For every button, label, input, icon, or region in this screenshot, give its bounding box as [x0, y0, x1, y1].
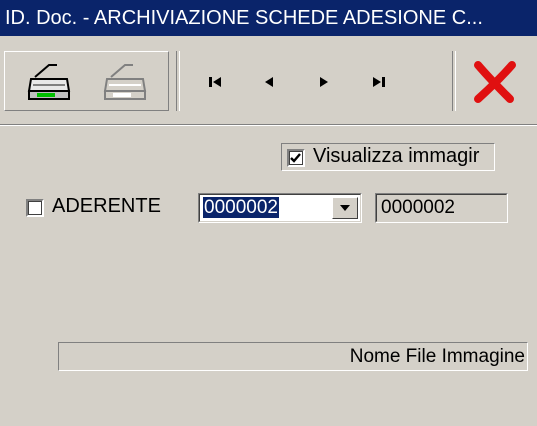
toolbar	[0, 37, 537, 125]
checkmark-icon	[290, 153, 301, 163]
scanner-disabled-icon	[103, 64, 147, 100]
show-image-label: Visualizza immagir	[313, 145, 480, 167]
scan-disabled-button[interactable]	[96, 55, 154, 109]
next-record-icon	[320, 77, 328, 87]
last-record-button[interactable]	[350, 55, 408, 109]
next-record-button[interactable]	[295, 55, 353, 109]
previous-record-button[interactable]	[240, 55, 298, 109]
first-record-icon	[209, 77, 221, 87]
scan-button[interactable]	[20, 55, 78, 109]
aderente-display-value: 0000002	[381, 197, 455, 218]
scanner-icon	[27, 64, 71, 100]
close-x-icon	[474, 61, 516, 103]
aderente-combo-dropdown-button[interactable]	[332, 197, 358, 219]
last-record-icon	[373, 77, 385, 87]
aderente-label: ADERENTE	[52, 195, 161, 217]
aderente-combo[interactable]: 0000002	[198, 193, 362, 223]
aderente-combo-value[interactable]: 0000002	[203, 197, 279, 218]
image-file-label: Nome File Immagine	[349, 346, 525, 367]
toolbar-bottom-border	[0, 124, 537, 126]
chevron-down-icon	[340, 205, 350, 211]
aderente-display-field: 0000002	[375, 193, 508, 223]
show-image-checkbox[interactable]	[287, 149, 305, 167]
first-record-button[interactable]	[186, 55, 244, 109]
previous-record-icon	[265, 77, 273, 87]
toolbar-separator	[176, 51, 180, 111]
aderente-checkbox[interactable]	[26, 199, 44, 217]
image-file-field: Nome File Immagine	[58, 342, 528, 371]
toolbar-separator	[452, 51, 456, 111]
close-button[interactable]	[466, 55, 524, 109]
window-title: ID. Doc. - ARCHIVIAZIONE SCHEDE ADESIONE…	[0, 0, 537, 36]
